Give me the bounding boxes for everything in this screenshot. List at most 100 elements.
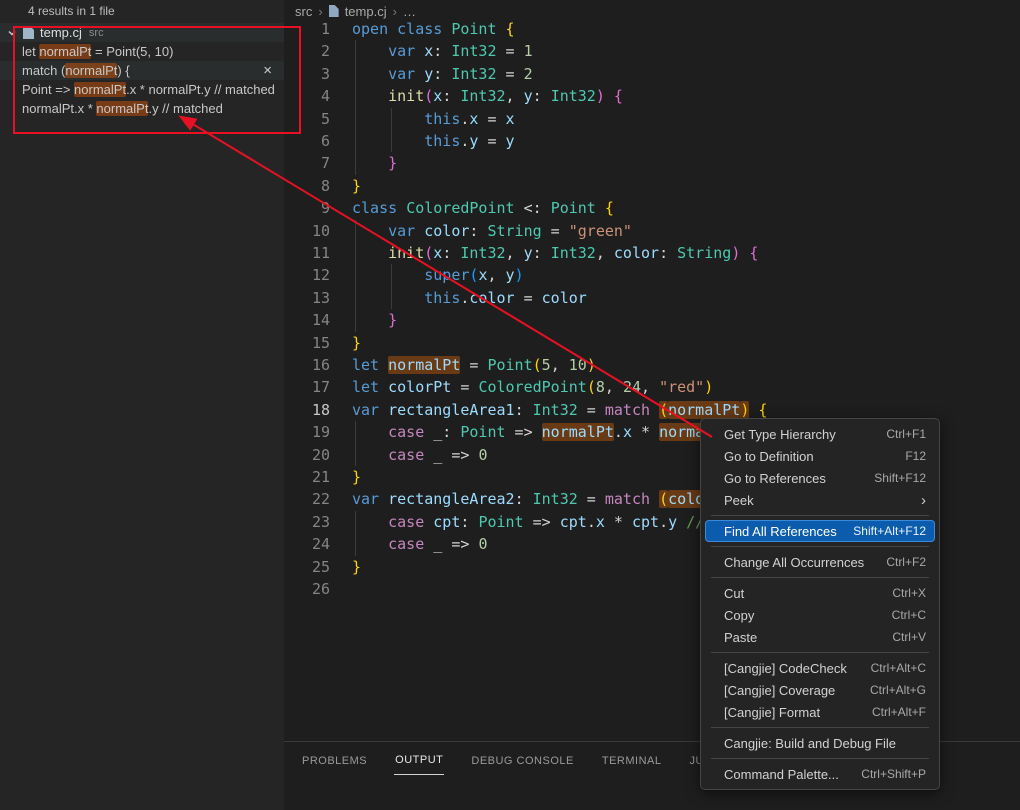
code-text: case _ => 0 [352, 533, 487, 555]
code-text: class ColoredPoint <: Point { [352, 197, 614, 219]
menu-item-go-to-references[interactable]: Go to References Shift+F12 [705, 467, 935, 489]
search-results-panel: 4 results in 1 file temp.cj src let norm… [0, 0, 284, 810]
code-line-7[interactable]: 7 } [284, 152, 1020, 174]
line-number: 3 [284, 63, 330, 85]
submenu-chevron-icon: › [921, 492, 926, 509]
line-number: 9 [284, 197, 330, 219]
menu-item-label: Peek [724, 493, 754, 508]
search-file-row[interactable]: temp.cj src [0, 23, 284, 42]
code-text: } [352, 309, 397, 331]
result-text: normalPt.x * normalPt.y // matched [22, 101, 223, 116]
code-line-16[interactable]: 16 let normalPt = Point(5, 10) [284, 354, 1020, 376]
code-line-4[interactable]: 4 init(x: Int32, y: Int32) { [284, 85, 1020, 107]
code-line-3[interactable]: 3 var y: Int32 = 2 [284, 63, 1020, 85]
file-path-badge: src [89, 27, 104, 39]
menu-item-shortcut: Ctrl+Alt+F [872, 705, 926, 719]
code-text: let normalPt = Point(5, 10) [352, 354, 596, 376]
line-number: 2 [284, 40, 330, 62]
menu-item-shortcut: Ctrl+V [892, 630, 926, 644]
line-number: 16 [284, 354, 330, 376]
search-result-row[interactable]: match (normalPt) { × [0, 61, 284, 80]
menu-item-label: Cut [724, 586, 744, 601]
line-number: 5 [284, 108, 330, 130]
panel-tab-problems[interactable]: PROBLEMS [301, 745, 368, 775]
close-icon[interactable]: × [263, 61, 272, 80]
code-line-17[interactable]: 17let colorPt = ColoredPoint(8, 24, "red… [284, 376, 1020, 398]
panel-tab-output[interactable]: OUTPUT [394, 744, 444, 775]
code-text: var rectangleArea2: Int32 = match (color… [352, 488, 758, 510]
code-line-9[interactable]: 9 class ColoredPoint <: Point { [284, 197, 1020, 219]
menu-separator [711, 515, 929, 516]
line-number: 21 [284, 466, 330, 488]
code-line-5[interactable]: 5 this.x = x [284, 108, 1020, 130]
menu-item-get-type-hierarchy[interactable]: Get Type HierarchyCtrl+F1 [705, 423, 935, 445]
search-result-row[interactable]: let normalPt = Point(5, 10) [0, 42, 284, 61]
code-line-13[interactable]: 13 this.color = color [284, 287, 1020, 309]
line-number: 14 [284, 309, 330, 331]
menu-item-label: Paste [724, 630, 757, 645]
file-icon [23, 26, 34, 39]
menu-separator [711, 652, 929, 653]
chevron-down-icon[interactable] [7, 28, 17, 38]
code-text: } [352, 556, 361, 578]
panel-tab-terminal[interactable]: TERMINAL [601, 745, 663, 775]
code-text: } [352, 332, 361, 354]
menu-separator [711, 758, 929, 759]
line-number: 24 [284, 533, 330, 555]
code-line-8[interactable]: 8} [284, 175, 1020, 197]
search-result-row[interactable]: Point => normalPt.x * normalPt.y // matc… [0, 80, 284, 99]
menu-separator [711, 727, 929, 728]
results-summary: 4 results in 1 file [28, 4, 115, 18]
code-line-6[interactable]: 6 this.y = y [284, 130, 1020, 152]
line-number: 25 [284, 556, 330, 578]
code-line-1[interactable]: 1open class Point { [284, 18, 1020, 40]
line-number: 15 [284, 332, 330, 354]
code-text: } [352, 152, 397, 174]
occurrence-highlight: normalPt [668, 401, 740, 419]
code-text: init(x: Int32, y: Int32, color: String) … [352, 242, 758, 264]
line-number: 26 [284, 578, 330, 600]
menu-item-change-all-occurrences[interactable]: Change All OccurrencesCtrl+F2 [705, 551, 935, 573]
menu-item-shortcut: Shift+F12 [874, 471, 926, 485]
file-name: temp.cj [40, 25, 82, 40]
code-text: this.x = x [352, 108, 515, 130]
menu-separator [711, 577, 929, 578]
line-number: 20 [284, 444, 330, 466]
menu-item-paste[interactable]: Paste Ctrl+V [705, 626, 935, 648]
menu-item-cangjie-codecheck[interactable]: [Cangjie] CodeCheckCtrl+Alt+C [705, 657, 935, 679]
code-line-11[interactable]: 11 init(x: Int32, y: Int32, color: Strin… [284, 242, 1020, 264]
occurrence-highlight: ( [659, 490, 668, 508]
menu-item-find-all-references[interactable]: Find All ReferencesShift+Alt+F12 [705, 520, 935, 542]
menu-item-shortcut: F12 [905, 449, 926, 463]
menu-item-cut[interactable]: Cut Ctrl+X [705, 582, 935, 604]
search-result-row[interactable]: normalPt.x * normalPt.y // matched [0, 99, 284, 118]
result-text: match (normalPt) { [22, 63, 130, 78]
menu-item-go-to-definition[interactable]: Go to Definition F12 [705, 445, 935, 467]
line-number: 11 [284, 242, 330, 264]
search-results-list: let normalPt = Point(5, 10)match (normal… [0, 42, 284, 118]
menu-item-label: Go to References [724, 471, 826, 486]
code-line-14[interactable]: 14 } [284, 309, 1020, 331]
line-number: 22 [284, 488, 330, 510]
code-text: this.color = color [352, 287, 587, 309]
menu-item-shortcut: Ctrl+X [892, 586, 926, 600]
line-number: 10 [284, 220, 330, 242]
code-text: var x: Int32 = 1 [352, 40, 533, 62]
code-text: var color: String = "green" [352, 220, 632, 242]
menu-item-cangjie-format[interactable]: [Cangjie] FormatCtrl+Alt+F [705, 701, 935, 723]
menu-item-peek[interactable]: Peek › [705, 489, 935, 511]
code-line-12[interactable]: 12 super(x, y) [284, 264, 1020, 286]
menu-item-label: Go to Definition [724, 449, 814, 464]
menu-item-cangjie-build-and-debug-file[interactable]: Cangjie: Build and Debug File [705, 732, 935, 754]
menu-item-command-palette[interactable]: Command Palette...Ctrl+Shift+P [705, 763, 935, 785]
menu-item-shortcut: Ctrl+F1 [886, 427, 926, 441]
match-highlight: normalPt [65, 63, 117, 78]
code-line-15[interactable]: 15} [284, 332, 1020, 354]
panel-tab-debug-console[interactable]: DEBUG CONSOLE [470, 745, 574, 775]
code-line-2[interactable]: 2 var x: Int32 = 1 [284, 40, 1020, 62]
menu-item-copy[interactable]: CopyCtrl+C [705, 604, 935, 626]
menu-item-label: Find All References [724, 524, 837, 539]
code-line-10[interactable]: 10 var color: String = "green" [284, 220, 1020, 242]
menu-item-cangjie-coverage[interactable]: [Cangjie] CoverageCtrl+Alt+G [705, 679, 935, 701]
match-highlight: normalPt [39, 44, 91, 59]
